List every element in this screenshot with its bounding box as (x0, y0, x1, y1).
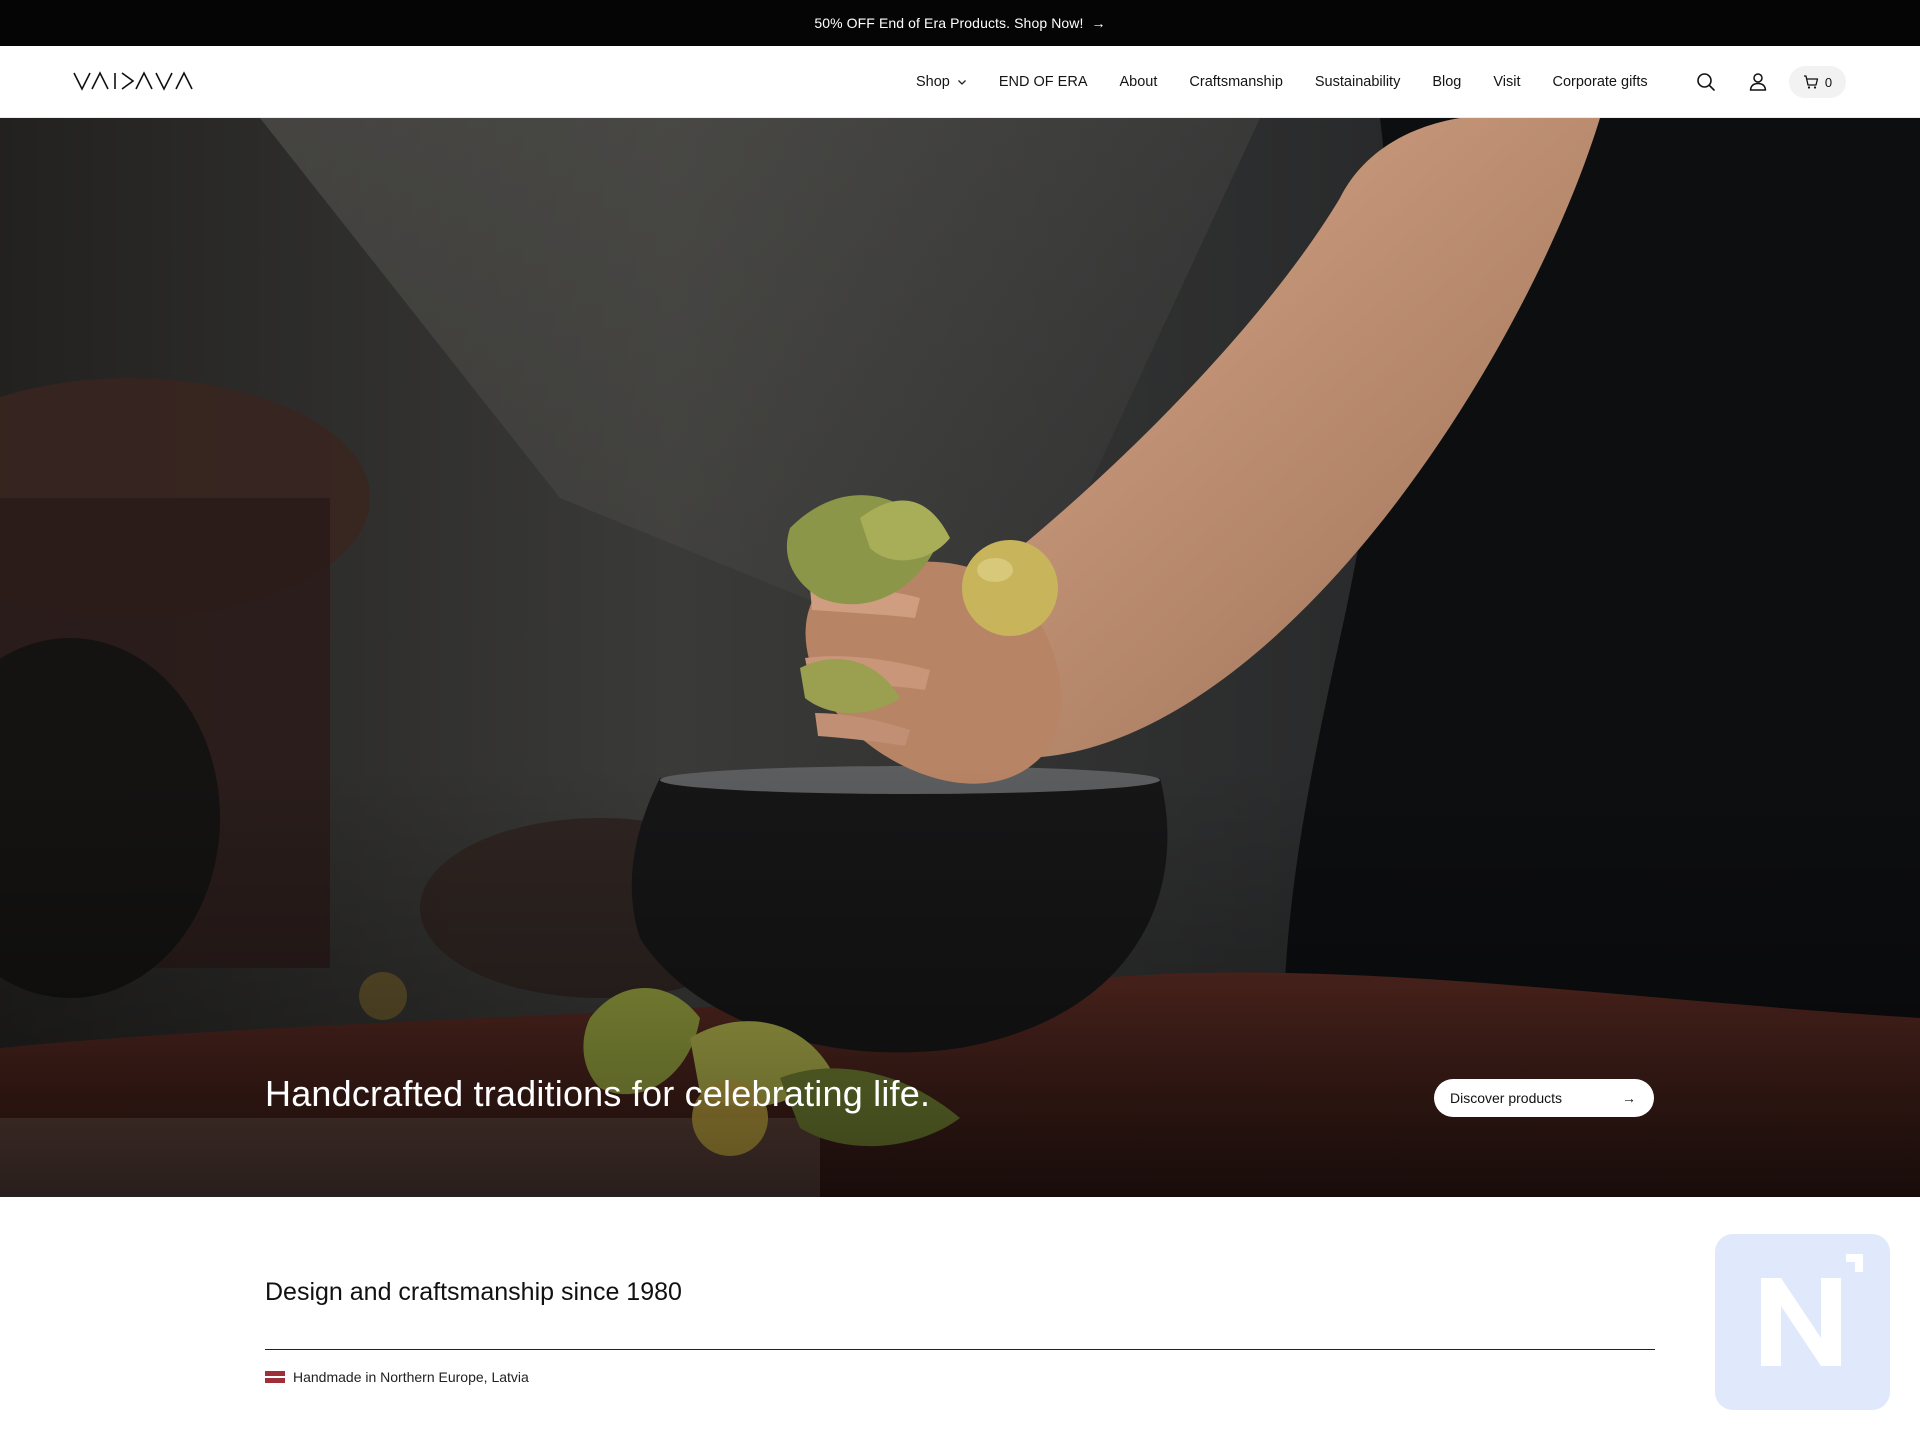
n-logo-icon (1761, 1254, 1863, 1366)
arrow-right-icon: → (1622, 1090, 1636, 1106)
hero-video-image (0, 118, 1920, 1197)
brand-logo[interactable] (73, 70, 195, 92)
floating-widget-button[interactable] (1715, 1234, 1890, 1410)
nav-end-of-era[interactable]: END OF ERA (999, 74, 1088, 90)
announcement-bar[interactable]: 50% OFF End of Era Products. Shop Now! → (0, 0, 1920, 46)
hero-title: Handcrafted traditions for celebrating l… (265, 1073, 931, 1114)
nav-about[interactable]: About (1120, 74, 1158, 90)
nav-shop-label: Shop (916, 74, 950, 90)
cart-button[interactable]: 0 (1789, 66, 1846, 98)
hero-banner: Handcrafted traditions for celebrating l… (0, 118, 1920, 1197)
section-divider (265, 1349, 1655, 1350)
cart-icon (1803, 75, 1819, 89)
origin-line: Handmade in Northern Europe, Latvia (265, 1369, 529, 1385)
origin-text: Handmade in Northern Europe, Latvia (293, 1369, 529, 1385)
site-header: Shop END OF ERA About Craftsmanship Sust… (0, 46, 1920, 118)
nav-blog[interactable]: Blog (1432, 74, 1461, 90)
account-icon[interactable] (1746, 70, 1770, 94)
search-icon[interactable] (1694, 70, 1718, 94)
discover-products-label: Discover products (1450, 1090, 1563, 1106)
nav-sustainability[interactable]: Sustainability (1315, 74, 1400, 90)
nav-craftsmanship[interactable]: Craftsmanship (1189, 74, 1282, 90)
main-nav: Shop END OF ERA About Craftsmanship Sust… (916, 46, 1648, 118)
chevron-down-icon (957, 80, 966, 85)
announcement-text[interactable]: 50% OFF End of Era Products. Shop Now! (814, 15, 1083, 31)
discover-products-button[interactable]: Discover products → (1434, 1079, 1654, 1117)
nav-corporate-gifts[interactable]: Corporate gifts (1553, 74, 1648, 90)
section-heading: Design and craftsmanship since 1980 (265, 1278, 682, 1306)
nav-visit[interactable]: Visit (1493, 74, 1520, 90)
arrow-right-icon: → (1091, 15, 1106, 31)
latvia-flag-icon (265, 1371, 285, 1383)
cart-count: 0 (1824, 74, 1833, 90)
nav-shop[interactable]: Shop (916, 74, 967, 90)
